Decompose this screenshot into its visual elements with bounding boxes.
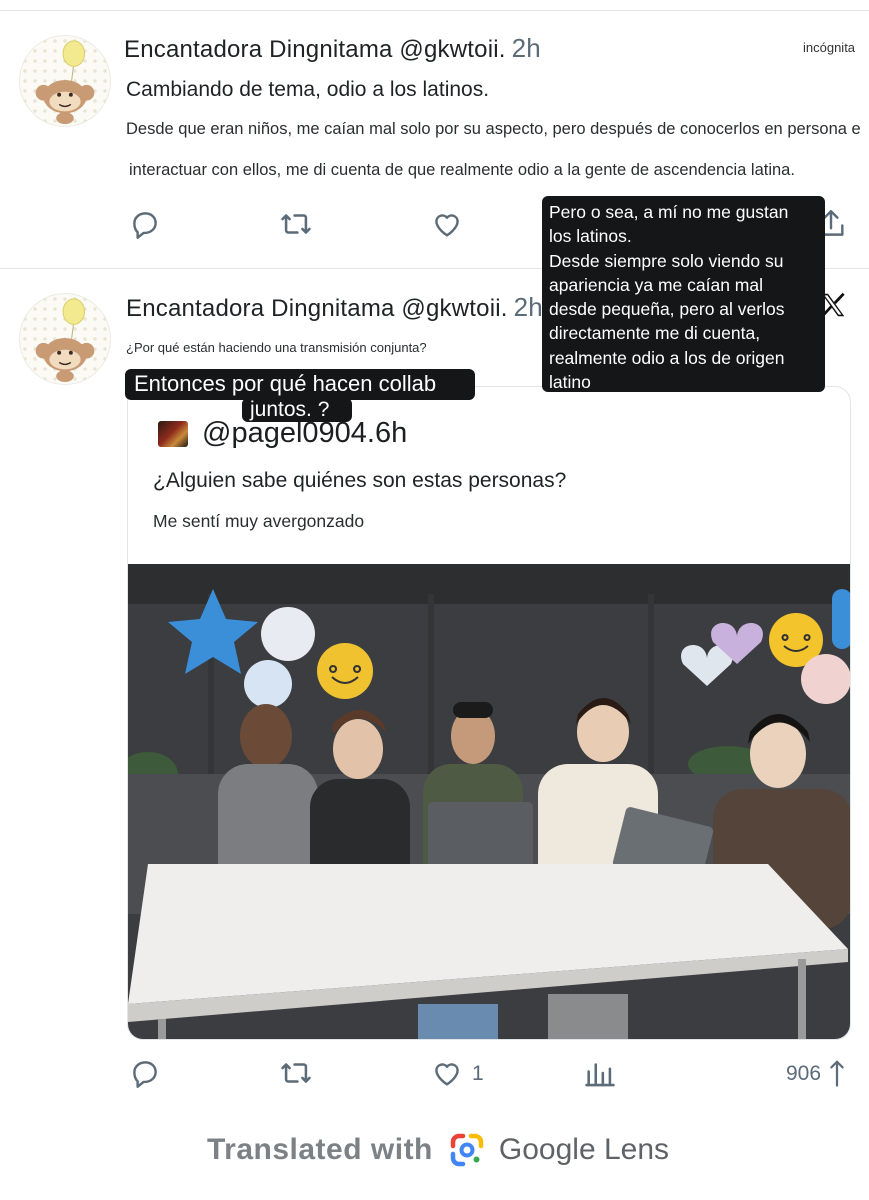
translation-line: desde pequeña, pero al verlos [549,299,785,320]
views-count: 906 [786,1062,822,1085]
retweet-icon [281,214,311,234]
author-line[interactable]: Encantadora Dingnitama @gkwtoii. 2h [124,33,541,64]
like-count: 1 [472,1062,484,1085]
author-name[interactable]: Encantadora Dingnitama @gkwtoii. [126,295,508,322]
reply-button[interactable] [128,207,162,241]
tweet-time: 2h [511,33,541,63]
reply-icon [133,1061,157,1088]
tweet-time: 2h [513,292,543,322]
incognito-badge: incógnita [803,40,856,55]
quoted-avatar[interactable] [158,421,188,447]
tweet-text: ¿Por qué están haciendo una transmisión … [126,340,427,355]
quoted-subtext: Me sentí muy avergonzado [153,511,365,531]
avatar[interactable] [19,35,111,127]
brand-google: Google [498,1133,596,1166]
translation-line: Desde siempre solo viendo su [549,250,784,271]
translation-bubble: juntos. ? [242,398,352,422]
translation-line: latino [549,372,591,393]
translation-line: apariencia ya me caían mal [549,274,763,295]
monkey-avatar-icon [35,40,95,125]
translation-bubble: Pero o sea, a mí no me gustan los latino… [542,196,825,392]
google-lens-watermark: Translated with Google Lens [207,1130,669,1170]
translation-bubble: Entonces por qué hacen collab [125,369,475,400]
translation-line: Pero o sea, a mí no me gustan [549,202,789,222]
reply-button[interactable] [128,1056,162,1090]
heart-icon [435,214,459,237]
views-icon [585,1063,615,1087]
google-wordmark: Google Lens [499,1133,669,1167]
top-divider [0,10,869,11]
translation-line: los latinos. [549,226,632,247]
author-line[interactable]: Encantadora Dingnitama @gkwtoii. 2h [126,292,543,323]
quoted-text: ¿Alguien sabe quiénes son estas personas… [153,469,567,492]
tweet-text-line: Desde que eran niños, me caían mal solo … [126,120,861,138]
like-button[interactable] [430,207,464,241]
retweet-icon [281,1063,311,1083]
monkey-avatar-icon [35,298,95,383]
translated-label: Translated with [207,1133,433,1166]
brand-lens: Lens [603,1133,670,1166]
reply-icon [133,212,157,239]
views-button[interactable] [583,1056,617,1090]
quoted-tweet[interactable]: @pagel0904.6h ¿Alguien sabe quiénes son … [127,386,851,1040]
google-lens-icon [450,1133,484,1167]
share-button[interactable] [826,1058,848,1088]
retweet-button[interactable] [279,207,313,241]
translation-line: directamente me di cuenta, [549,323,761,344]
author-name[interactable]: Encantadora Dingnitama @gkwtoii. [124,36,506,63]
retweet-button[interactable] [279,1056,313,1090]
heart-icon [435,1063,459,1086]
tweet-text-line: interactuar con ellos, me di cuenta de q… [129,161,795,179]
translation-line: realmente odio a los de origen [549,347,785,368]
quoted-photo[interactable] [128,564,850,1039]
like-button[interactable] [430,1056,464,1090]
avatar[interactable] [19,293,111,385]
group-photo-image [128,564,850,1039]
share-icon [830,1060,844,1087]
tweet-text-title: Cambiando de tema, odio a los latinos. [126,78,490,101]
